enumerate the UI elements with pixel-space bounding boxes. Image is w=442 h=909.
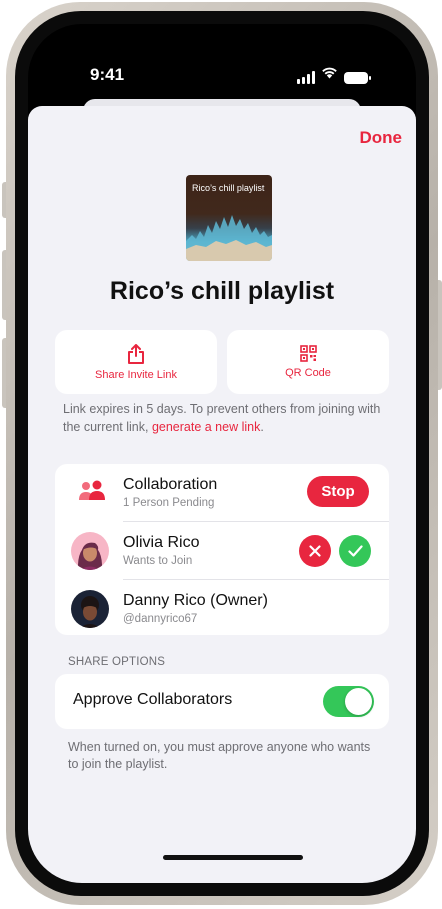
member-status: Wants to Join <box>123 555 193 567</box>
collaboration-group: Collaboration 1 Person Pending Stop Oliv… <box>55 464 389 635</box>
signal-bars-icon <box>297 70 315 84</box>
member-row: Olivia Rico Wants to Join <box>71 521 389 579</box>
approve-footnote: When turned on, you must approve anyone … <box>68 740 371 771</box>
share-options-header: SHARE OPTIONS <box>68 656 166 668</box>
artwork-title: Rico’s chill playlist <box>192 183 265 193</box>
member-row: Danny Rico (Owner) @dannyrico67 <box>71 579 389 635</box>
phone-screen: 9:41 Done Rico’s chill playlist Rico’s c… <box>28 24 416 883</box>
link-expiry-note: Link expires in 5 days. To prevent other… <box>63 400 386 436</box>
generate-new-link[interactable]: generate a new link <box>152 420 260 434</box>
dynamic-island <box>172 60 292 94</box>
playlist-title: Rico’s chill playlist <box>109 277 335 305</box>
collaboration-title: Collaboration <box>123 476 218 493</box>
done-button[interactable]: Done <box>360 128 403 148</box>
status-time: 9:41 <box>90 65 125 84</box>
qr-code-button[interactable]: QR Code <box>227 330 389 394</box>
wifi-icon <box>321 66 338 84</box>
share-invite-link-label: Share Invite Link <box>95 368 177 381</box>
playlist-artwork: Rico’s chill playlist <box>186 175 272 261</box>
status-icons <box>297 66 371 84</box>
member-handle: @dannyrico67 <box>123 613 198 625</box>
share-icon <box>128 343 144 364</box>
x-icon <box>309 545 321 557</box>
approve-collaborators-label: Approve Collaborators <box>73 691 233 708</box>
phone-frame: 9:41 Done Rico’s chill playlist Rico’s c… <box>6 2 438 905</box>
checkmark-icon <box>347 545 363 557</box>
share-sheet: Done Rico’s chill playlist Rico’s chill … <box>28 106 416 883</box>
qr-code-icon <box>299 345 317 362</box>
qr-code-label: QR Code <box>285 367 331 379</box>
phone-bezel: 9:41 Done Rico’s chill playlist Rico’s c… <box>15 11 429 896</box>
avatar <box>71 590 109 628</box>
status-bar: 9:41 <box>28 24 416 104</box>
collaboration-row: Collaboration 1 Person Pending Stop <box>55 464 389 521</box>
decline-button[interactable] <box>299 535 331 567</box>
toggle-knob <box>345 688 372 715</box>
share-actions: Share Invite Link QR Code <box>55 330 389 394</box>
share-options-group: Approve Collaborators <box>55 674 389 729</box>
member-name: Olivia Rico <box>123 534 200 551</box>
approve-collaborators-toggle[interactable] <box>323 686 374 717</box>
battery-icon <box>344 72 371 84</box>
share-invite-link-button[interactable]: Share Invite Link <box>55 330 217 394</box>
member-name: Danny Rico (Owner) <box>123 592 268 609</box>
artwork-waveform <box>186 215 272 261</box>
approve-button[interactable] <box>339 535 371 567</box>
home-indicator[interactable] <box>163 855 303 860</box>
link-note-end: . <box>260 420 264 434</box>
stop-collaboration-button[interactable]: Stop <box>307 476 369 507</box>
people-icon <box>79 480 105 500</box>
collaboration-status: 1 Person Pending <box>123 497 215 509</box>
avatar <box>71 532 109 570</box>
